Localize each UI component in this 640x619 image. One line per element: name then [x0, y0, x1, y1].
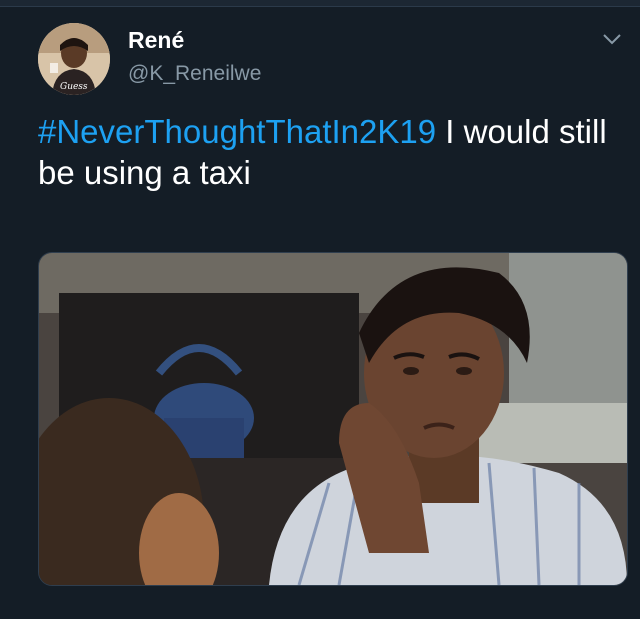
- avatar-image: Guess: [38, 23, 110, 95]
- author-avatar[interactable]: Guess: [38, 23, 110, 95]
- top-divider: [0, 0, 640, 7]
- tweet-text: #NeverThoughtThatIn2K19 I would still be…: [38, 111, 628, 193]
- chevron-down-icon[interactable]: [600, 29, 624, 49]
- author-display-name[interactable]: René: [128, 27, 184, 54]
- svg-text:Guess: Guess: [60, 82, 88, 92]
- author-handle[interactable]: @K_Reneilwe: [128, 62, 261, 86]
- photo-scene: [39, 253, 627, 585]
- hashtag-link[interactable]: #NeverThoughtThatIn2K19: [38, 113, 436, 150]
- tweet-card[interactable]: Guess René @K_Reneilwe #NeverThoughtThat…: [0, 7, 640, 619]
- tweet-media-image[interactable]: [38, 252, 628, 586]
